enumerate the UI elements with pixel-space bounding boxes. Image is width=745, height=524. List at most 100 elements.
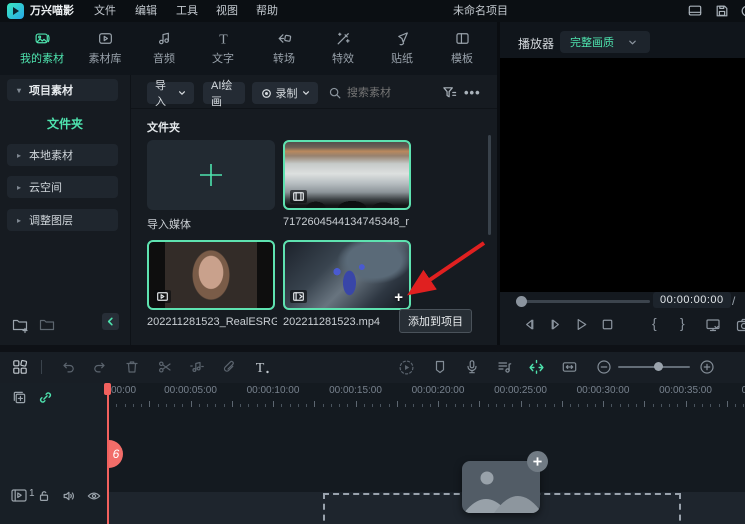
zoom-to-fit-icon[interactable] (561, 359, 578, 375)
marker-icon[interactable] (432, 359, 448, 375)
scrollbar[interactable] (488, 135, 491, 235)
ruler-tick (587, 404, 588, 407)
sidebar-item-project-media[interactable]: ▾ 项目素材 (7, 79, 118, 101)
tab-stickers[interactable]: 贴纸 (374, 30, 430, 66)
ruler-tick (521, 401, 522, 407)
record-button[interactable]: 录制 (252, 82, 318, 104)
ruler-tick (257, 404, 258, 407)
tab-transition[interactable]: 转场 (256, 30, 312, 66)
duplicate-icon[interactable] (12, 390, 27, 405)
playhead-badge[interactable]: 6 (109, 440, 123, 468)
filter-icon[interactable] (442, 85, 457, 100)
ruler-tick (191, 401, 192, 407)
redo-icon[interactable] (92, 359, 108, 375)
ruler-tick (182, 404, 183, 407)
zoom-in-icon[interactable] (699, 359, 715, 375)
add-to-project-button[interactable]: + (394, 289, 403, 306)
undo-icon[interactable] (60, 359, 76, 375)
ruler-tick (133, 404, 134, 407)
tab-stock-media[interactable]: 素材库 (77, 30, 133, 66)
ruler-tick (628, 404, 629, 407)
effects-icon (315, 30, 371, 47)
menu-tools[interactable]: 工具 (172, 0, 202, 22)
media-item-thumbnail-3[interactable]: + (283, 240, 411, 310)
workspace-layout-icon[interactable] (12, 359, 28, 375)
zoom-out-icon[interactable] (596, 359, 612, 375)
search-input[interactable] (345, 82, 439, 104)
link-icon[interactable] (38, 390, 53, 405)
media-item-thumbnail-1[interactable] (283, 140, 411, 210)
voiceover-mic-icon[interactable] (464, 359, 480, 375)
save-icon[interactable] (715, 4, 729, 18)
snapshot-icon[interactable] (736, 317, 745, 333)
mute-icon[interactable] (62, 489, 76, 503)
timeline-zoom-handle[interactable] (654, 362, 663, 371)
stop-button[interactable] (600, 317, 615, 332)
menu-help[interactable]: 帮助 (252, 0, 282, 22)
ruler-tick (669, 404, 670, 407)
current-timecode[interactable]: 00:00:00:00 (653, 292, 731, 308)
collapse-sidebar-button[interactable] (102, 313, 119, 330)
search-icon[interactable] (328, 86, 342, 100)
ruler-tick (380, 404, 381, 407)
timecode-separator: / (732, 294, 735, 308)
render-preview-icon[interactable] (398, 359, 415, 376)
ruler-tick (686, 401, 687, 407)
tab-text[interactable]: T 文字 (195, 30, 251, 66)
ruler-tick (306, 404, 307, 407)
export-icon[interactable] (740, 4, 745, 18)
playback-slider-handle[interactable] (516, 296, 527, 307)
next-frame-button[interactable] (548, 317, 563, 332)
ruler-tick (323, 404, 324, 407)
mark-in-button[interactable]: { (652, 315, 657, 331)
media-item-thumbnail-2[interactable] (147, 240, 275, 310)
play-button[interactable] (574, 317, 589, 332)
ai-paint-button[interactable]: AI绘画 (203, 82, 245, 104)
mark-out-button[interactable]: } (680, 315, 685, 331)
ruler-tick (611, 404, 612, 407)
svg-text:T: T (219, 31, 228, 46)
cut-icon[interactable] (157, 359, 173, 375)
ruler-tick (281, 404, 282, 407)
text-tool-icon[interactable]: T (253, 359, 271, 375)
audio-mixer-icon[interactable] (496, 359, 513, 375)
svg-text:T: T (256, 361, 265, 376)
menu-edit[interactable]: 编辑 (131, 0, 161, 22)
text-icon: T (195, 30, 251, 47)
timeline-ruler[interactable]: 00:0000:00:05:0000:00:10:0000:00:15:0000… (108, 383, 745, 409)
tab-my-media[interactable]: 我的素材 (14, 30, 70, 66)
sidebar-item-cloud-space[interactable]: ▸ 云空间 (7, 176, 118, 198)
layout-icon[interactable] (688, 4, 702, 18)
tab-audio[interactable]: 音频 (136, 30, 192, 66)
ruler-tick (578, 404, 579, 407)
detach-audio-icon[interactable] (189, 359, 205, 375)
ruler-tick (389, 404, 390, 407)
sidebar-item-folder[interactable]: 文件夹 (47, 115, 83, 132)
ruler-tick (504, 404, 505, 407)
folder-icon[interactable] (39, 317, 55, 332)
import-button[interactable]: 导入 (147, 82, 194, 104)
import-media-tile[interactable] (147, 140, 275, 210)
drag-ghost-clip[interactable] (462, 461, 540, 513)
split-icon[interactable] (528, 359, 545, 376)
sidebar-item-adjustment-layer[interactable]: ▸ 调整图层 (7, 209, 118, 231)
ruler-tick (356, 401, 357, 407)
visibility-eye-icon[interactable] (87, 489, 101, 503)
new-folder-icon[interactable] (12, 317, 28, 332)
tab-effects[interactable]: 特效 (315, 30, 371, 66)
quality-dropdown[interactable]: 完整画质 (560, 31, 650, 53)
ruler-tick (116, 404, 117, 407)
menu-view[interactable]: 视图 (212, 0, 242, 22)
sidebar-item-local-media[interactable]: ▸ 本地素材 (7, 144, 118, 166)
lock-icon[interactable] (37, 489, 51, 503)
ruler-timestamp: 00:00:30:00 (563, 385, 643, 396)
attach-icon[interactable] (221, 359, 237, 375)
playback-slider[interactable] (520, 300, 650, 303)
menu-file[interactable]: 文件 (90, 0, 120, 22)
display-mode-button[interactable] (705, 317, 721, 333)
tab-templates[interactable]: 模板 (434, 30, 490, 66)
delete-icon[interactable] (124, 359, 140, 375)
previous-frame-button[interactable] (522, 317, 537, 332)
titlebar: 万兴喵影 文件 编辑 工具 视图 帮助 未命名项目 (0, 0, 745, 22)
more-options-icon[interactable]: ••• (464, 85, 481, 100)
